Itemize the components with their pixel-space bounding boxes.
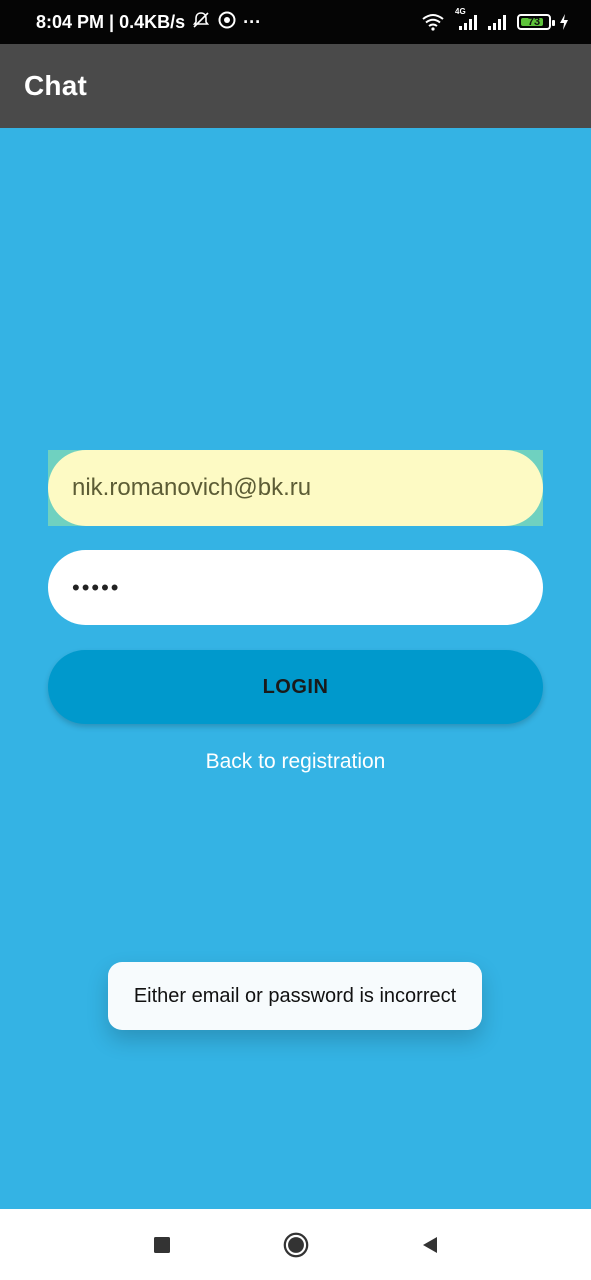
status-bar: 8:04 PM | 0.4KB/s ··· 4G 73: [0, 0, 591, 44]
navigation-bar: [0, 1209, 591, 1280]
wifi-icon: [421, 13, 445, 31]
app-bar: Chat: [0, 44, 591, 128]
more-notifications: ···: [243, 11, 262, 32]
charging-icon: [559, 13, 569, 31]
password-value: •••••: [72, 574, 121, 600]
recents-button[interactable]: [147, 1230, 177, 1260]
time-speed: 8:04 PM | 0.4KB/s: [36, 11, 186, 32]
email-field-autofill-highlight: nik.romanovich@bk.ru: [48, 450, 543, 526]
network-type-label: 4G: [455, 7, 466, 16]
square-icon: [153, 1236, 170, 1253]
signal-4g-icon: 4G: [453, 7, 479, 31]
login-screen: 8:04 PM | 0.4KB/s ··· 4G 73 Chat nik.rom…: [0, 0, 591, 1280]
muted-bell-icon: [191, 10, 211, 35]
login-button[interactable]: LOGIN: [48, 650, 543, 724]
login-button-label: LOGIN: [262, 675, 329, 698]
back-button[interactable]: [415, 1230, 445, 1260]
toast-message: Either email or password is incorrect: [133, 984, 457, 1007]
battery-level: 73: [527, 16, 541, 28]
home-button[interactable]: [281, 1230, 311, 1260]
vpn-icon: [217, 10, 237, 35]
battery-icon: 73: [517, 14, 555, 30]
status-left: 8:04 PM | 0.4KB/s ···: [36, 10, 261, 35]
error-toast: Either email or password is incorrect: [108, 962, 482, 1030]
password-field[interactable]: •••••: [48, 550, 543, 625]
back-to-registration-link[interactable]: Back to registration: [0, 750, 591, 774]
signal-icon: [487, 13, 509, 31]
app-title: Chat: [24, 70, 88, 101]
back-triangle-icon: [422, 1236, 437, 1253]
home-circle-icon: [283, 1232, 308, 1257]
status-right: 4G 73: [421, 7, 569, 31]
email-value: nik.romanovich@bk.ru: [72, 474, 312, 501]
email-field[interactable]: nik.romanovich@bk.ru: [48, 450, 543, 526]
